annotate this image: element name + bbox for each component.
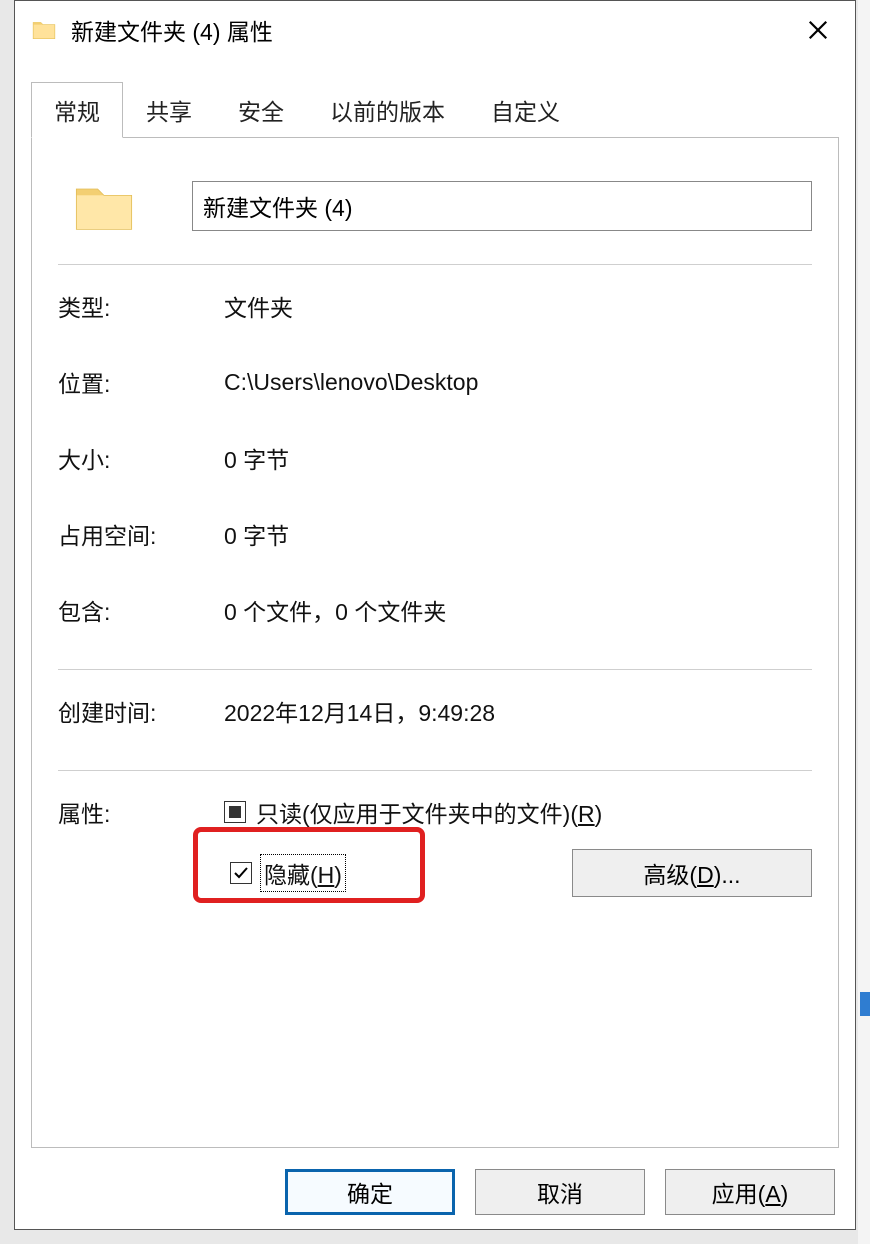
- tab-sharing[interactable]: 共享: [123, 82, 215, 138]
- tabs-area: 常规 共享 安全 以前的版本 自定义 类型:: [15, 59, 855, 1148]
- checkbox-indeterminate-icon: [224, 801, 246, 823]
- cancel-button[interactable]: 取消: [475, 1169, 645, 1215]
- general-panel: 类型: 文件夹 位置: C:\Users\lenovo\Desktop 大小: …: [31, 138, 839, 1148]
- advanced-button[interactable]: 高级(D)...: [572, 849, 812, 897]
- ok-button[interactable]: 确定: [285, 1169, 455, 1215]
- readonly-label: 只读(仅应用于文件夹中的文件)(R): [256, 795, 602, 829]
- size-label: 大小:: [58, 441, 224, 475]
- background-accent: [860, 992, 870, 1016]
- location-label: 位置:: [58, 365, 224, 399]
- tab-security[interactable]: 安全: [215, 82, 307, 138]
- folder-icon: [31, 17, 57, 43]
- location-value: C:\Users\lenovo\Desktop: [224, 369, 812, 396]
- contains-label: 包含:: [58, 593, 224, 627]
- size-on-disk-row: 占用空间: 0 字节: [58, 517, 812, 551]
- attributes-section: 属性: 只读(仅应用于文件夹中的文件)(R): [58, 795, 812, 897]
- titlebar[interactable]: 新建文件夹 (4) 属性: [15, 1, 855, 59]
- type-value: 文件夹: [224, 289, 812, 323]
- apply-button[interactable]: 应用(A): [665, 1169, 835, 1215]
- hidden-checkbox[interactable]: 隐藏(H): [230, 856, 344, 890]
- created-value: 2022年12月14日，9:49:28: [224, 694, 812, 728]
- size-on-disk-value: 0 字节: [224, 517, 812, 551]
- folder-name-input[interactable]: [192, 181, 812, 231]
- created-row: 创建时间: 2022年12月14日，9:49:28: [58, 694, 812, 728]
- readonly-checkbox[interactable]: 只读(仅应用于文件夹中的文件)(R): [224, 795, 602, 829]
- close-icon: [807, 19, 829, 41]
- checkbox-checked-icon: [230, 862, 252, 884]
- size-on-disk-label: 占用空间:: [58, 517, 224, 551]
- name-row: [58, 172, 812, 240]
- folder-large-icon: [70, 172, 138, 240]
- contains-value: 0 个文件，0 个文件夹: [224, 593, 812, 627]
- created-label: 创建时间:: [58, 694, 224, 728]
- properties-dialog: 新建文件夹 (4) 属性 常规 共享 安全 以前的版本 自定义: [14, 0, 856, 1230]
- tab-customize[interactable]: 自定义: [468, 82, 583, 138]
- background-strip: [858, 0, 870, 1244]
- hidden-label: 隐藏(H): [262, 856, 344, 890]
- separator: [58, 264, 812, 265]
- separator: [58, 770, 812, 771]
- tabstrip: 常规 共享 安全 以前的版本 自定义: [31, 81, 839, 138]
- window-title: 新建文件夹 (4) 属性: [71, 13, 789, 47]
- contains-row: 包含: 0 个文件，0 个文件夹: [58, 593, 812, 627]
- size-row: 大小: 0 字节: [58, 441, 812, 475]
- separator: [58, 669, 812, 670]
- type-row: 类型: 文件夹: [58, 289, 812, 323]
- dialog-button-bar: 确定 取消 应用(A): [285, 1169, 835, 1215]
- type-label: 类型:: [58, 289, 224, 323]
- tab-general[interactable]: 常规: [31, 82, 123, 138]
- close-button[interactable]: [789, 1, 847, 59]
- location-row: 位置: C:\Users\lenovo\Desktop: [58, 365, 812, 399]
- tab-previous-versions[interactable]: 以前的版本: [307, 82, 468, 138]
- attributes-label: 属性:: [58, 795, 224, 829]
- size-value: 0 字节: [224, 441, 812, 475]
